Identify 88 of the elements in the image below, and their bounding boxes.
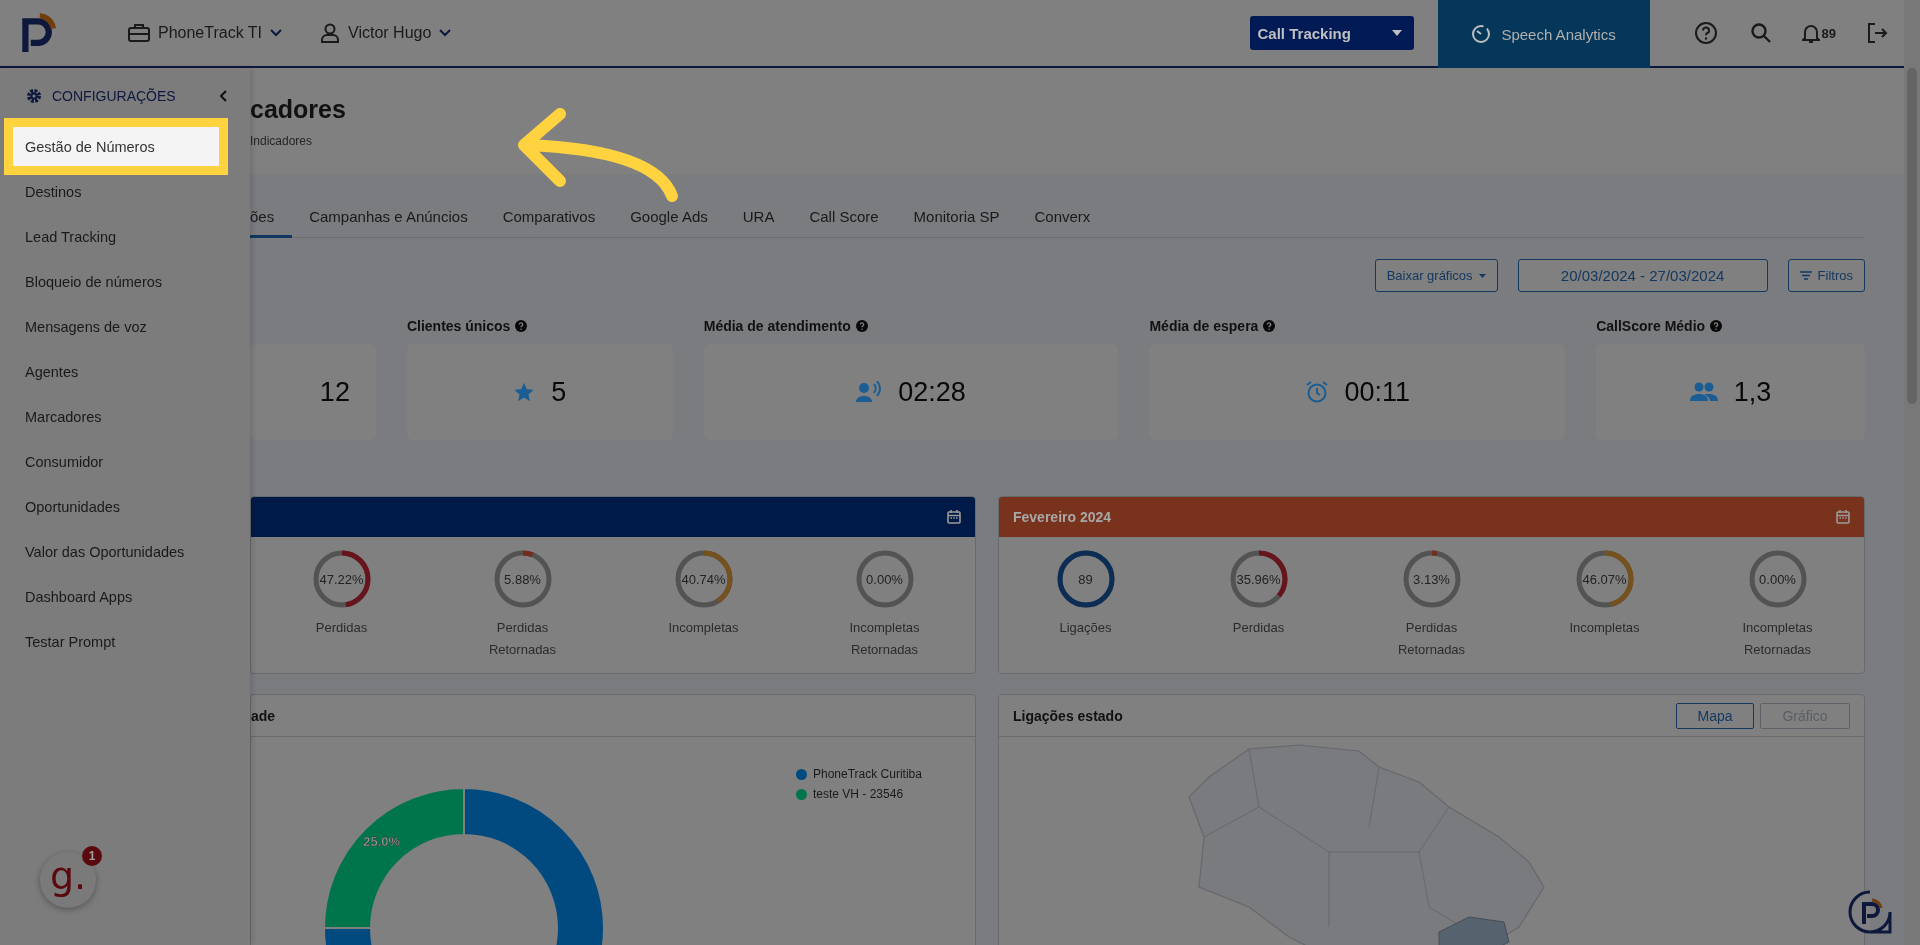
kpi-value: 12 xyxy=(319,376,350,408)
calendar-icon[interactable] xyxy=(947,510,961,524)
star-icon xyxy=(513,381,536,403)
notifications-button[interactable]: 89 xyxy=(1795,22,1842,44)
legend-label: PhoneTrack Curitiba xyxy=(813,767,922,781)
filters-button[interactable]: Filtros xyxy=(1787,259,1865,292)
gauge-label: Perdidas xyxy=(1231,619,1286,637)
caret-icon xyxy=(1478,273,1486,278)
user-dropdown[interactable]: Victor Hugo xyxy=(316,19,456,47)
gauge-label: Incompletas xyxy=(667,619,740,637)
search-icon[interactable] xyxy=(1749,22,1772,44)
menu-item[interactable]: Consumidor xyxy=(0,439,250,484)
tab[interactable]: Monitoria SP xyxy=(896,200,1017,238)
gauge-value: 0.00% xyxy=(1759,571,1796,587)
kpi-label: Média de atendimento xyxy=(703,318,851,334)
kpi-value: 5 xyxy=(551,376,567,408)
settings-icon xyxy=(26,88,42,104)
gauge-label: Perdidas xyxy=(314,619,369,637)
gauge-value: 40.74% xyxy=(681,571,726,587)
kpi-label: Média de espera xyxy=(1149,318,1259,334)
help-icon[interactable] xyxy=(1710,320,1723,332)
alarm-clock-icon xyxy=(1304,380,1329,404)
app-logo-icon[interactable] xyxy=(20,12,56,54)
tab[interactable]: Campanhas e Anúncios xyxy=(291,200,486,238)
page-title: cadores xyxy=(250,94,347,124)
gauge-value: 35.96% xyxy=(1236,571,1281,587)
gauge-label: Perdidas Retornadas xyxy=(1396,619,1467,659)
kpi-label: CallScore Médio xyxy=(1596,318,1706,334)
gauge-value: 47.22% xyxy=(319,571,364,587)
panel-title: ade xyxy=(251,707,276,724)
product-select[interactable]: Call Tracking xyxy=(1249,16,1414,50)
calendar-icon[interactable] xyxy=(1836,510,1850,524)
gauge-value: 5.88% xyxy=(504,571,541,587)
tab[interactable]: Converx xyxy=(1017,200,1108,238)
gauge-label: Perdidas Retornadas xyxy=(487,619,558,659)
menu-item[interactable]: Dashboard Apps xyxy=(0,574,250,619)
bell-icon xyxy=(1801,23,1820,43)
breadcrumb[interactable]: Indicadores xyxy=(250,134,313,148)
menu-item[interactable]: Marcadores xyxy=(0,394,250,439)
gauge-label: Incompletas xyxy=(1568,619,1641,637)
tab[interactable]: Comparativos xyxy=(485,200,613,238)
gauge-label: Incompletas Retornadas xyxy=(848,619,921,659)
gauge-value: 46.07% xyxy=(1582,571,1627,587)
menu-item[interactable]: Bloqueio de números xyxy=(0,259,250,304)
gauge-icon xyxy=(1471,24,1492,44)
kpi-value: 00:11 xyxy=(1344,376,1411,408)
menu-item[interactable]: Mensagens de voz xyxy=(0,304,250,349)
logo-icon[interactable] xyxy=(1848,890,1892,934)
download-charts-button[interactable]: Baixar gráficos xyxy=(1374,259,1498,292)
chevron-down-icon xyxy=(270,29,283,37)
menu-item[interactable]: Valor das Oportunidades xyxy=(0,529,250,574)
kpi-value: 1,3 xyxy=(1733,376,1772,408)
filter-icon xyxy=(1799,271,1812,280)
kpi-value: 02:28 xyxy=(898,376,966,408)
legend-label: teste VH - 23546 xyxy=(813,787,904,801)
workspace-dropdown[interactable]: PhoneTrack TI xyxy=(124,20,287,46)
gauge-value: 3.13% xyxy=(1413,571,1450,587)
gauge-value: 0.00% xyxy=(866,571,903,587)
speech-analytics-button[interactable]: Speech Analytics xyxy=(1437,0,1650,68)
tab[interactable]: Call Score xyxy=(791,200,897,238)
panel-title: Fevereiro 2024 xyxy=(1013,509,1112,525)
speaking-person-icon xyxy=(856,381,883,403)
slice-label: 25.0% xyxy=(363,833,401,849)
drawer-title: CONFIGURAÇÕES xyxy=(52,88,176,104)
logout-icon[interactable] xyxy=(1866,22,1888,44)
panel-title: Ligações estado xyxy=(1013,707,1123,724)
help-icon[interactable] xyxy=(1693,21,1718,45)
menu-item[interactable]: Testar Prompt xyxy=(0,619,250,664)
user-icon xyxy=(320,23,341,43)
gauge-label: Incompletas Retornadas xyxy=(1741,619,1814,659)
kpi-label: Clientes únicos xyxy=(406,318,511,334)
menu-item[interactable]: Destinos xyxy=(0,169,250,214)
people-icon xyxy=(1689,382,1718,402)
help-icon[interactable] xyxy=(1263,320,1276,332)
briefcase-icon xyxy=(128,24,150,42)
caret-icon xyxy=(1391,30,1402,36)
menu-item[interactable]: Agentes xyxy=(0,349,250,394)
menu-item[interactable]: Lead Tracking xyxy=(0,214,250,259)
view-toggle-button[interactable]: Mapa xyxy=(1676,702,1754,729)
tab[interactable]: Google Ads xyxy=(612,200,726,238)
tab[interactable]: URA xyxy=(725,200,792,238)
chevron-left-icon[interactable] xyxy=(220,90,228,102)
chevron-down-icon xyxy=(439,29,452,37)
date-range-button[interactable]: 20/03/2024 - 27/03/2024 xyxy=(1517,259,1768,292)
help-icon[interactable] xyxy=(855,320,868,332)
gauge-label: Ligações xyxy=(1058,619,1113,637)
help-icon[interactable] xyxy=(515,320,528,332)
menu-item[interactable]: Oportunidades xyxy=(0,484,250,529)
